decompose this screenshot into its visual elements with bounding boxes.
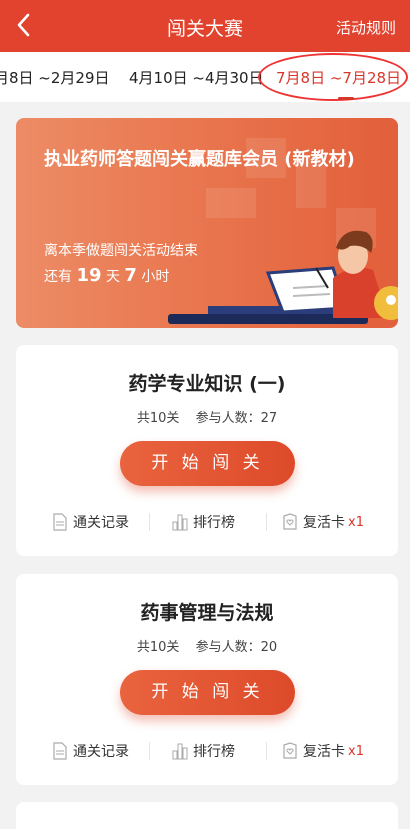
participant-count: 参与人数：20: [195, 640, 278, 655]
participant-count: 参与人数：27: [195, 411, 278, 426]
card-title: 药学专业知识 (一): [128, 373, 286, 395]
heart-card-icon: [282, 513, 298, 531]
divider: [149, 513, 150, 531]
divider: [266, 513, 267, 531]
revive-count: x1: [348, 743, 364, 759]
rules-link[interactable]: 活动规则: [336, 17, 396, 38]
season-tabs: 月8日 ~2月29日 4月10日 ~4月30日 7月8日 ~7月28日: [0, 52, 410, 102]
level-count: 共10关: [136, 411, 180, 426]
document-icon: [52, 742, 68, 760]
level-count: 共10关: [136, 640, 180, 655]
quiz-card: 药学专业知识 (一) 共10关 参与人数：27 开 始 闯 关 通关记录 排行榜…: [16, 345, 398, 556]
countdown-days: 19: [76, 265, 102, 286]
bar-chart-icon: [172, 513, 188, 531]
card-actions: 通关记录 排行榜 复活卡 x1: [16, 740, 398, 762]
card-actions: 通关记录 排行榜 复活卡 x1: [16, 511, 398, 533]
tab-season-2[interactable]: 4月10日 ~4月30日: [129, 67, 264, 88]
active-tab-indicator: [338, 97, 354, 100]
event-banner: 执业药师答题闯关赢题库会员 (新教材) 离本季做题闯关活动结束 还有 19 天 …: [16, 118, 398, 328]
top-nav-bar: 闯关大赛 活动规则: [0, 0, 410, 52]
quiz-card: 药事管理与法规 共10关 参与人数：20 开 始 闯 关 通关记录 排行榜 复活…: [16, 574, 398, 785]
bar-chart-icon: [172, 742, 188, 760]
card-meta: 共10关 参与人数：20: [16, 636, 398, 655]
start-challenge-button[interactable]: 开 始 闯 关: [120, 670, 295, 715]
card-meta: 共10关 参与人数：27: [16, 407, 398, 426]
revive-card-link[interactable]: 复活卡 x1: [282, 740, 364, 762]
tab-season-1[interactable]: 月8日 ~2月29日: [0, 67, 110, 88]
countdown-hours: 7: [124, 265, 137, 286]
record-link[interactable]: 通关记录: [52, 740, 129, 762]
divider: [266, 742, 267, 760]
document-icon: [52, 513, 68, 531]
divider: [149, 742, 150, 760]
start-challenge-button[interactable]: 开 始 闯 关: [120, 441, 295, 486]
revive-card-link[interactable]: 复活卡 x1: [282, 511, 364, 533]
banner-title: 执业药师答题闯关赢题库会员 (新教材): [44, 149, 355, 170]
countdown: 还有 19 天 7 小时: [44, 265, 170, 286]
heart-card-icon: [282, 742, 298, 760]
leaderboard-link[interactable]: 排行榜: [172, 511, 235, 533]
record-link[interactable]: 通关记录: [52, 511, 129, 533]
annotation-circle: [258, 53, 408, 101]
student-writing-illustration: [168, 208, 398, 328]
revive-count: x1: [348, 514, 364, 530]
quiz-card-partial: [16, 802, 398, 829]
leaderboard-link[interactable]: 排行榜: [172, 740, 235, 762]
card-title: 药事管理与法规: [140, 602, 274, 624]
